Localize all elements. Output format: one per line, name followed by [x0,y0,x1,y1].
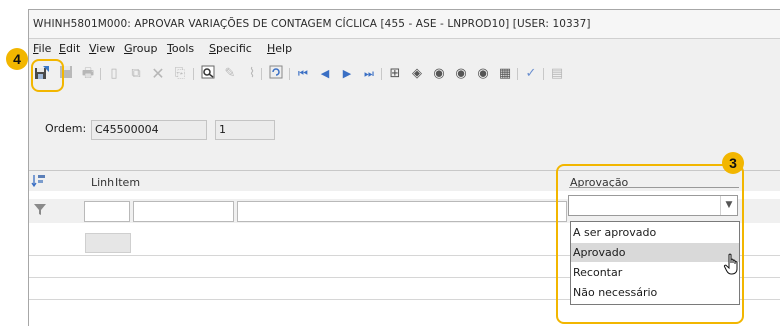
group-first-icon[interactable]: ◉ [430,65,448,83]
check-icon[interactable]: ✓ [522,65,540,83]
window-title: WHINH5801M000: APROVAR VARIAÇÕES DE CONT… [33,18,591,30]
ordem-value: C45500004 [95,123,159,136]
copy-icon[interactable]: ⧉ [127,65,145,83]
refresh-icon[interactable] [267,65,285,83]
group-last-icon[interactable]: ◉ [474,65,492,83]
group-next-icon[interactable]: ◉ [452,65,470,83]
approval-highlight [556,164,744,324]
toolbar-highlight [31,59,64,92]
line-cell[interactable] [85,233,131,253]
menu-specific[interactable]: Specific [209,42,252,55]
calculator-icon[interactable]: ▤ [548,65,566,83]
filter-item-description-input[interactable] [237,201,567,222]
filter-icon[interactable] [33,202,47,219]
grid-icon[interactable]: ▦ [496,65,514,83]
filter-item-input[interactable] [133,201,234,222]
toolbar: 🖶 ▯ ⧉ ✕ ⎘ ✎ ⌇ ⏮ ◀ ▶ ⏭ ⊞ ◈ ◉ ◉ ◉ ▦ ✓ ▤ [29,63,780,85]
menu-group[interactable]: Group [124,42,158,55]
edit-icon[interactable]: ✎ [221,65,239,83]
new-icon[interactable]: ▯ [105,65,123,83]
sort-icon[interactable] [31,173,47,192]
paste-icon[interactable]: ⎘ [171,65,189,83]
ordem-sequence-value: 1 [219,123,226,136]
menu-view[interactable]: View [89,42,115,55]
first-record-icon[interactable]: ⏮ [294,65,312,83]
menu-tools[interactable]: Tools [167,42,194,55]
title-bar: WHINH5801M000: APROVAR VARIAÇÕES DE CONT… [29,10,780,39]
column-header-item[interactable]: Item [115,176,140,189]
ordem-field[interactable]: C45500004 [91,120,207,140]
ordem-label: Ordem: [45,122,87,135]
next-record-icon[interactable]: ▶ [338,65,356,83]
ordem-sequence-field[interactable]: 1 [215,120,275,140]
menu-bar: File Edit View Group Tools Specific Help [29,42,780,58]
callout-step-4: 4 [6,48,28,70]
find-icon[interactable] [199,65,217,83]
filter-line-input[interactable] [84,201,130,222]
delete-icon[interactable]: ✕ [149,65,167,83]
group-icon[interactable]: ⊞ [386,65,404,83]
print-icon[interactable]: 🖶 [79,65,97,83]
column-header-line[interactable]: Linh [91,176,114,189]
last-record-icon[interactable]: ⏭ [360,65,378,83]
menu-file[interactable]: File [33,42,51,55]
callout-step-3: 3 [722,152,744,174]
menu-help[interactable]: Help [267,42,292,55]
previous-record-icon[interactable]: ◀ [316,65,334,83]
menu-edit[interactable]: Edit [59,42,80,55]
attach-icon[interactable]: ⌇ [243,65,261,83]
chart-icon[interactable]: ◈ [408,65,426,83]
